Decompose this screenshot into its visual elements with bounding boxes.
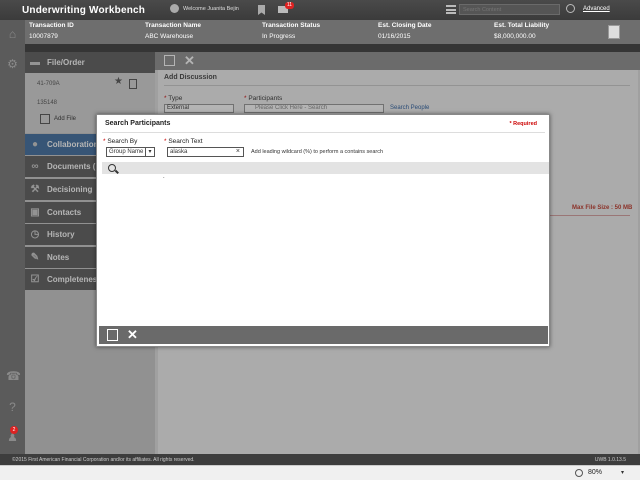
wildcard-hint: Add leading wildcard (%) to perform a co… xyxy=(251,149,384,155)
chevron-down-icon[interactable]: ▾ xyxy=(621,469,624,476)
page-footer: ©2015 First American Financial Corporati… xyxy=(0,454,640,465)
transaction-id: Transaction ID 10007879 xyxy=(29,22,74,40)
welcome-text: Welcome Juanita Bejin xyxy=(183,5,239,12)
save-icon[interactable] xyxy=(107,329,118,341)
chevron-down-icon: ▾ xyxy=(145,148,154,156)
search-icon[interactable] xyxy=(108,164,116,172)
search-content-input[interactable] xyxy=(459,4,560,15)
phone-icon[interactable]: ☎ xyxy=(6,370,21,383)
welcome-area[interactable]: Welcome Juanita Bejin xyxy=(170,4,239,13)
zoom-icon[interactable] xyxy=(575,469,583,477)
est-total-liability: Est. Total Liability $8,000,000.00 xyxy=(494,22,550,40)
mail-count-badge: 11 xyxy=(285,2,294,9)
search-text-input[interactable]: alaska × xyxy=(167,147,244,157)
required-note: * Required xyxy=(509,121,537,127)
document-icon[interactable] xyxy=(608,25,620,39)
user-icon xyxy=(170,4,179,13)
close-icon[interactable]: ✕ xyxy=(127,327,138,343)
search-by-label: * Search By xyxy=(103,138,138,145)
version-text: UWB 1.0.13.5 xyxy=(594,457,626,463)
search-text-label: * Search Text xyxy=(164,138,203,145)
results-area: . xyxy=(163,174,165,180)
transaction-bar: Transaction ID 10007879 Transaction Name… xyxy=(25,20,640,44)
gear-icon[interactable]: ⚙ xyxy=(6,58,19,71)
zoom-level[interactable]: 80% xyxy=(588,469,602,476)
menu-icon[interactable] xyxy=(446,5,456,14)
left-rail: ⌂ ⚙ ☎ ? ♟ xyxy=(0,20,25,454)
dialog-footer: ✕ xyxy=(99,326,548,344)
transaction-name: Transaction Name ABC Warehouse xyxy=(145,22,201,40)
clear-icon[interactable]: × xyxy=(236,148,240,156)
notification-badge: 2 xyxy=(10,426,18,434)
search-icon[interactable] xyxy=(566,4,575,13)
search-by-select[interactable]: Group Name ▾ xyxy=(106,147,155,157)
dialog-title: Search Participants xyxy=(105,120,171,127)
app-title: Underwriting Workbench xyxy=(22,4,146,16)
search-action-bar xyxy=(102,162,549,174)
browser-status-bar: 80% ▾ xyxy=(0,465,640,480)
copyright-text: ©2015 First American Financial Corporati… xyxy=(12,457,195,463)
help-icon[interactable]: ? xyxy=(6,401,19,414)
home-icon[interactable]: ⌂ xyxy=(6,28,19,41)
divider xyxy=(102,132,545,133)
advanced-search-link[interactable]: Advanced xyxy=(583,6,610,12)
est-closing-date: Est. Closing Date 01/16/2015 xyxy=(378,22,432,40)
search-participants-dialog: Search Participants * Required * Search … xyxy=(96,114,550,347)
transaction-status: Transaction Status In Progress xyxy=(262,22,321,40)
